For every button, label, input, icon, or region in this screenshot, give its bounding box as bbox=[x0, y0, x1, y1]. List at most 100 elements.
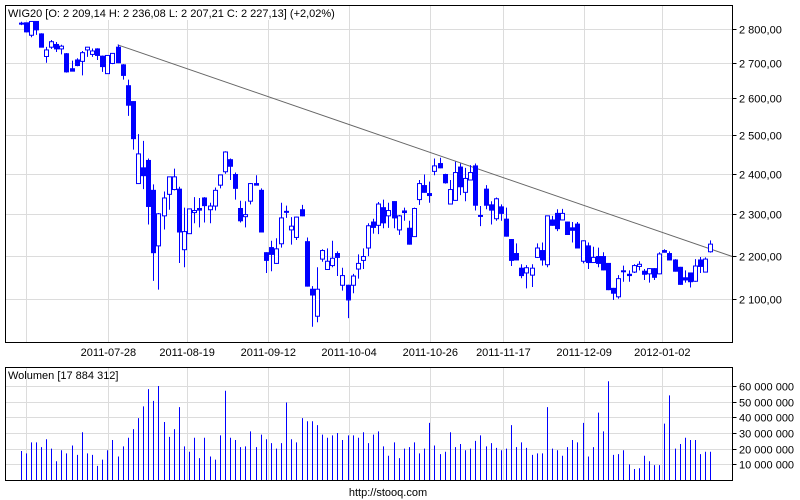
candle-body-up bbox=[136, 153, 141, 185]
candle-body-down bbox=[422, 185, 427, 193]
price-tick-label: 2 800,00 bbox=[739, 25, 782, 37]
candle-body-down bbox=[596, 256, 601, 264]
candle-body-down bbox=[575, 223, 580, 249]
price-tick-label: 2 300,00 bbox=[739, 210, 782, 222]
candle-body-down bbox=[264, 252, 269, 261]
date-tick-label: 2011-08-19 bbox=[159, 347, 214, 359]
candle-body-down bbox=[100, 55, 105, 68]
volume-tick-label: 30 000 000 bbox=[739, 429, 794, 441]
candle bbox=[632, 264, 637, 273]
candle-body-down bbox=[673, 259, 678, 272]
stock-chart: 2 800,00 2 700,00 2 600,00 2 500,00 2 400,00… bbox=[0, 0, 800, 500]
candle-body-up bbox=[412, 207, 417, 238]
candle bbox=[565, 221, 570, 236]
candle-body-down bbox=[121, 64, 126, 76]
candle-body-up bbox=[432, 165, 437, 172]
candle-body-up bbox=[560, 212, 565, 221]
candle-body-up bbox=[105, 54, 110, 75]
candle bbox=[673, 259, 678, 272]
candle-body-down bbox=[484, 188, 489, 206]
candle-body-down bbox=[667, 253, 672, 261]
candle-body-down bbox=[509, 239, 514, 261]
price-tick-label: 2 500,00 bbox=[739, 131, 782, 143]
candle-body-down bbox=[269, 247, 274, 255]
candle-body-down bbox=[146, 159, 151, 207]
candle-body-up bbox=[213, 189, 218, 207]
candle-body-up bbox=[530, 267, 535, 276]
candle bbox=[49, 40, 54, 49]
date-tick-label: 2011-07-28 bbox=[81, 347, 136, 359]
price-tick-label: 2 700,00 bbox=[739, 59, 782, 71]
candle-body-up bbox=[29, 20, 34, 36]
candle-body-down bbox=[438, 163, 443, 169]
candle-body-down bbox=[34, 20, 39, 31]
candle-body-up bbox=[315, 288, 320, 317]
candle-body-up bbox=[356, 262, 361, 270]
candle-body-down bbox=[601, 256, 606, 271]
candle-body-down bbox=[550, 219, 555, 226]
candle-body-down bbox=[141, 167, 146, 177]
date-tick-label: 2011-09-12 bbox=[241, 347, 296, 359]
candle-body-down bbox=[504, 218, 509, 237]
candle-body-up bbox=[330, 257, 335, 267]
candle bbox=[29, 20, 34, 38]
candle-body-up bbox=[223, 151, 228, 173]
candle-body-down bbox=[70, 68, 75, 72]
candle bbox=[105, 54, 110, 75]
candle bbox=[116, 44, 121, 64]
candle-body-down bbox=[335, 253, 340, 258]
candle-body-down bbox=[39, 33, 44, 48]
footer-link[interactable]: http://stooq.com bbox=[349, 487, 427, 499]
candle-body-down bbox=[392, 201, 397, 219]
candle bbox=[248, 183, 253, 205]
candle-body-down bbox=[131, 101, 136, 140]
candle-body-up bbox=[657, 253, 662, 275]
candle-body-up bbox=[320, 250, 325, 260]
candle-body-up bbox=[468, 172, 473, 181]
candle-body-down bbox=[300, 209, 305, 217]
candle-body-down bbox=[688, 272, 693, 283]
candle-body-up bbox=[361, 256, 366, 261]
candle-body-down bbox=[284, 210, 289, 213]
volume-tick-label: 20 000 000 bbox=[739, 445, 794, 457]
candle-body-down bbox=[652, 268, 657, 278]
candle-body-up bbox=[44, 49, 49, 57]
candle-body-down bbox=[228, 159, 233, 167]
candle-body-down bbox=[678, 266, 683, 285]
candle-body-down bbox=[570, 227, 575, 231]
candle-body-up bbox=[49, 41, 54, 48]
candle-body-down bbox=[371, 221, 376, 228]
candle bbox=[473, 163, 478, 211]
candle-body-down bbox=[177, 188, 182, 233]
candle-body-down bbox=[627, 273, 632, 277]
candle-body-up bbox=[591, 256, 596, 264]
candle bbox=[24, 22, 29, 33]
volume-tick-label: 40 000 000 bbox=[739, 413, 794, 425]
candle-body-down bbox=[662, 250, 667, 253]
candle-body-down bbox=[202, 197, 207, 207]
date-tick-label: 2011-10-26 bbox=[403, 347, 458, 359]
candle-body-up bbox=[417, 183, 422, 201]
candle-body-up bbox=[218, 174, 223, 186]
price-tick-label: 2 100,00 bbox=[739, 295, 782, 307]
candle-body-down bbox=[407, 227, 412, 245]
candle-body-up bbox=[294, 216, 299, 238]
candle-body-up bbox=[289, 225, 294, 231]
candle-body-down bbox=[24, 22, 29, 33]
volume-title: Wolumen [17 884 312] bbox=[8, 370, 118, 382]
candle-body-up bbox=[524, 267, 529, 274]
candle bbox=[545, 215, 550, 268]
candle-body-up bbox=[182, 231, 187, 251]
candle-body-up bbox=[545, 215, 550, 266]
price-tick-label: 2 600,00 bbox=[739, 94, 782, 106]
candle bbox=[64, 53, 69, 73]
candle bbox=[294, 216, 299, 240]
candle-body-down bbox=[346, 284, 351, 301]
candle-body-up bbox=[59, 45, 64, 50]
candle bbox=[494, 197, 499, 221]
candle-body-up bbox=[463, 177, 468, 193]
candle-body-up bbox=[274, 248, 279, 264]
candle-body-up bbox=[167, 176, 172, 195]
candle-body-down bbox=[555, 212, 560, 230]
chart-title: WIG20 [O: 2 209,14 H: 2 236,08 L: 2 207,… bbox=[8, 8, 335, 20]
